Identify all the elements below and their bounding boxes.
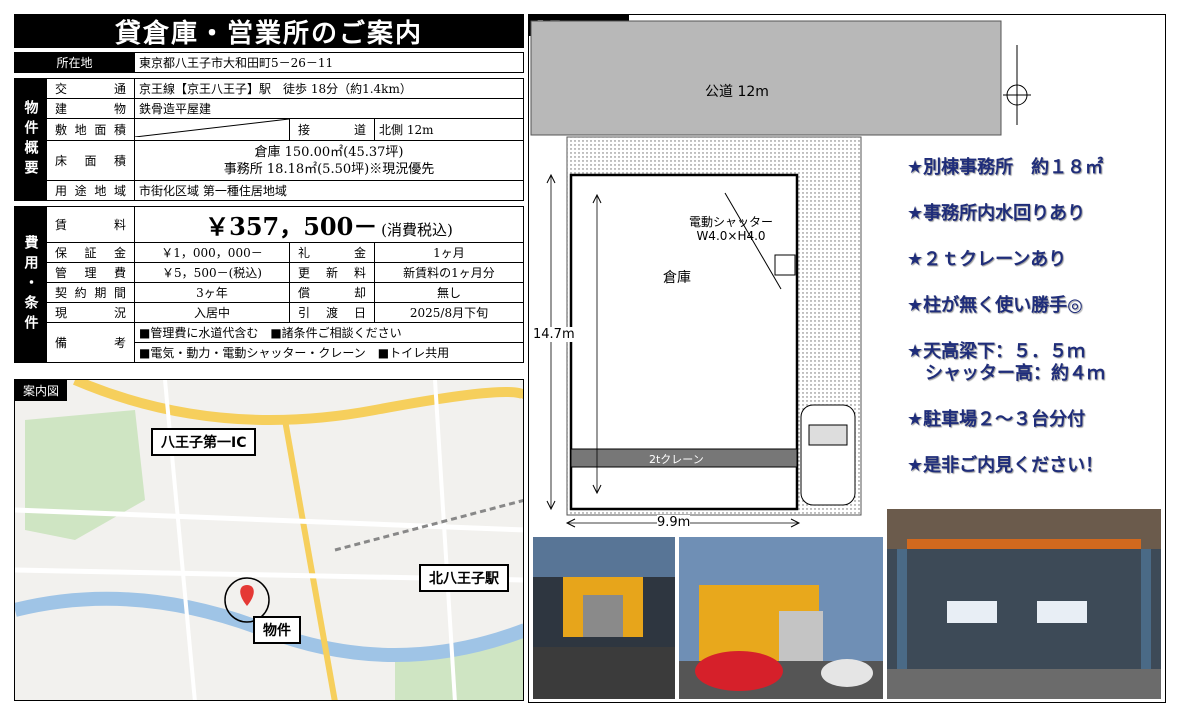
feature-item: ★天高梁下：５．５ｍ [907,341,1086,362]
page-title: 貸倉庫・営業所のご案内 [14,14,524,49]
deposit-label: 保証金 [46,242,135,263]
feature-item: ★事務所内水回りあり [907,203,1086,224]
width-dimension: 9.9m [657,515,691,530]
floor-area-label: 床面積 [46,140,135,181]
road-label: 接道 [289,118,375,141]
photo-exterior-1 [533,537,675,699]
diagonal-slash [135,119,289,138]
structure-label: 建物 [46,98,135,119]
floor-area-warehouse: 倉庫 150.00㎡(45.37坪) [254,144,404,160]
zoning-label: 用途地域 [46,180,135,201]
amort-value: 無し [374,282,524,303]
feature-item: ★是非ご内見ください！ [907,455,1104,476]
map-tab: 案内図 [15,380,68,401]
feature-item: ★柱が無く使い勝手◎ [907,295,1083,316]
amort-label: 償却 [289,282,375,303]
photo-exterior-2 [679,537,883,699]
map-graphic [15,380,523,700]
shutter-label: 電動シャッター W4.0×H4.0 [689,215,773,243]
overview-side-label: 物件概要 [14,78,47,201]
location-label: 所在地 [14,52,135,73]
road-label-plan: 公道 12m [705,84,769,100]
feature-list: ★別棟事務所 約１８㎡ ★事務所内水回りあり ★２ｔクレーンあり ★柱が無く使い… [907,157,1161,477]
rent-note: (消費税込) [381,221,453,239]
deposit-value: ￥1，000，000－ [134,242,290,263]
renewal-label: 更新料 [289,262,375,283]
road-value: 北側 12m [374,118,524,141]
location-row: 所在地 東京都八王子市大和田町5－26－11 [14,52,524,73]
handover-label: 引渡日 [289,302,375,323]
access-map[interactable]: 案内図 八王子第一IC 北八王子駅 物件 [14,379,524,701]
warehouse-label: 倉庫 [663,270,691,286]
period-value: 3ヶ年 [134,282,290,303]
access-label: 交通 [46,78,135,99]
plan-panel: 配置図・平面図 公道 12m 電動シャッター W4.0×H4.0 倉庫 2tク [528,14,1166,703]
site-area-value [134,118,290,141]
status-value: 入居中 [134,302,290,323]
shutter-label-line1: 電動シャッター [689,215,774,229]
handover-value: 2025/8月下旬 [374,302,524,323]
zoning-value: 市街化区域 第一種住居地域 [134,180,524,201]
public-road [530,20,1002,136]
height-dimension: 14.7m [533,327,575,342]
feature-item: ★駐車場２～３台分付 [907,409,1086,430]
rent-value: ￥357，500－ [205,212,378,241]
feature-item: ★別棟事務所 約１８㎡ [907,157,1104,178]
rent-label: 賃料 [46,206,135,243]
property-callout: 物件 [253,616,301,644]
floor-area-value: 倉庫 150.00㎡(45.37坪) 事務所 18.18㎡(5.50坪)※現況優… [134,140,524,181]
ic-callout: 八王子第一IC [151,428,257,456]
shutter-label-line2: W4.0×H4.0 [696,229,766,243]
structure-value: 鉄骨造平屋建 [134,98,524,119]
site-area-label: 敷地面積 [46,118,135,141]
access-value: 京王線【京王八王子】駅 徒歩 18分（約1.4km） [134,78,524,99]
terms-table: 費用・条件 賃料 ￥357，500－ (消費税込) 保証金 ￥1，000，000… [14,206,524,363]
note-line-2: ■電気・動力・電動シャッター・クレーン ■トイレ共用 [134,342,524,363]
feature-item: シャッター高：約４ｍ [907,363,1105,384]
renewal-value: 新賃料の1ヶ月分 [374,262,524,283]
terms-side-label: 費用・条件 [14,206,47,363]
photo-interior [887,509,1161,699]
floor-area-office: 事務所 18.18㎡(5.50坪)※現況優先 [223,161,435,177]
period-label: 契約期間 [46,282,135,303]
note-line-1: ■管理費に水道代含む ■諸条件ご相談ください [134,322,524,343]
key-money-value: 1ヶ月 [374,242,524,263]
overview-table: 物件概要 交通 京王線【京王八王子】駅 徒歩 18分（約1.4km） 建物 鉄骨… [14,78,524,201]
mgmt-fee-label: 管理費 [46,262,135,283]
notes-label: 備考 [46,322,135,363]
car-icon [800,404,856,506]
location-value: 東京都八王子市大和田町5－26－11 [134,52,524,73]
crane-label: 2tクレーン [649,453,704,466]
mgmt-fee-value: ￥5，500－(税込) [134,262,290,283]
shutter-box [774,254,796,276]
feature-item: ★２ｔクレーンあり [907,249,1067,270]
station-callout: 北八王子駅 [419,564,509,592]
rent-cell: ￥357，500－ (消費税込) [134,206,524,243]
key-money-label: 礼金 [289,242,375,263]
status-label: 現況 [46,302,135,323]
